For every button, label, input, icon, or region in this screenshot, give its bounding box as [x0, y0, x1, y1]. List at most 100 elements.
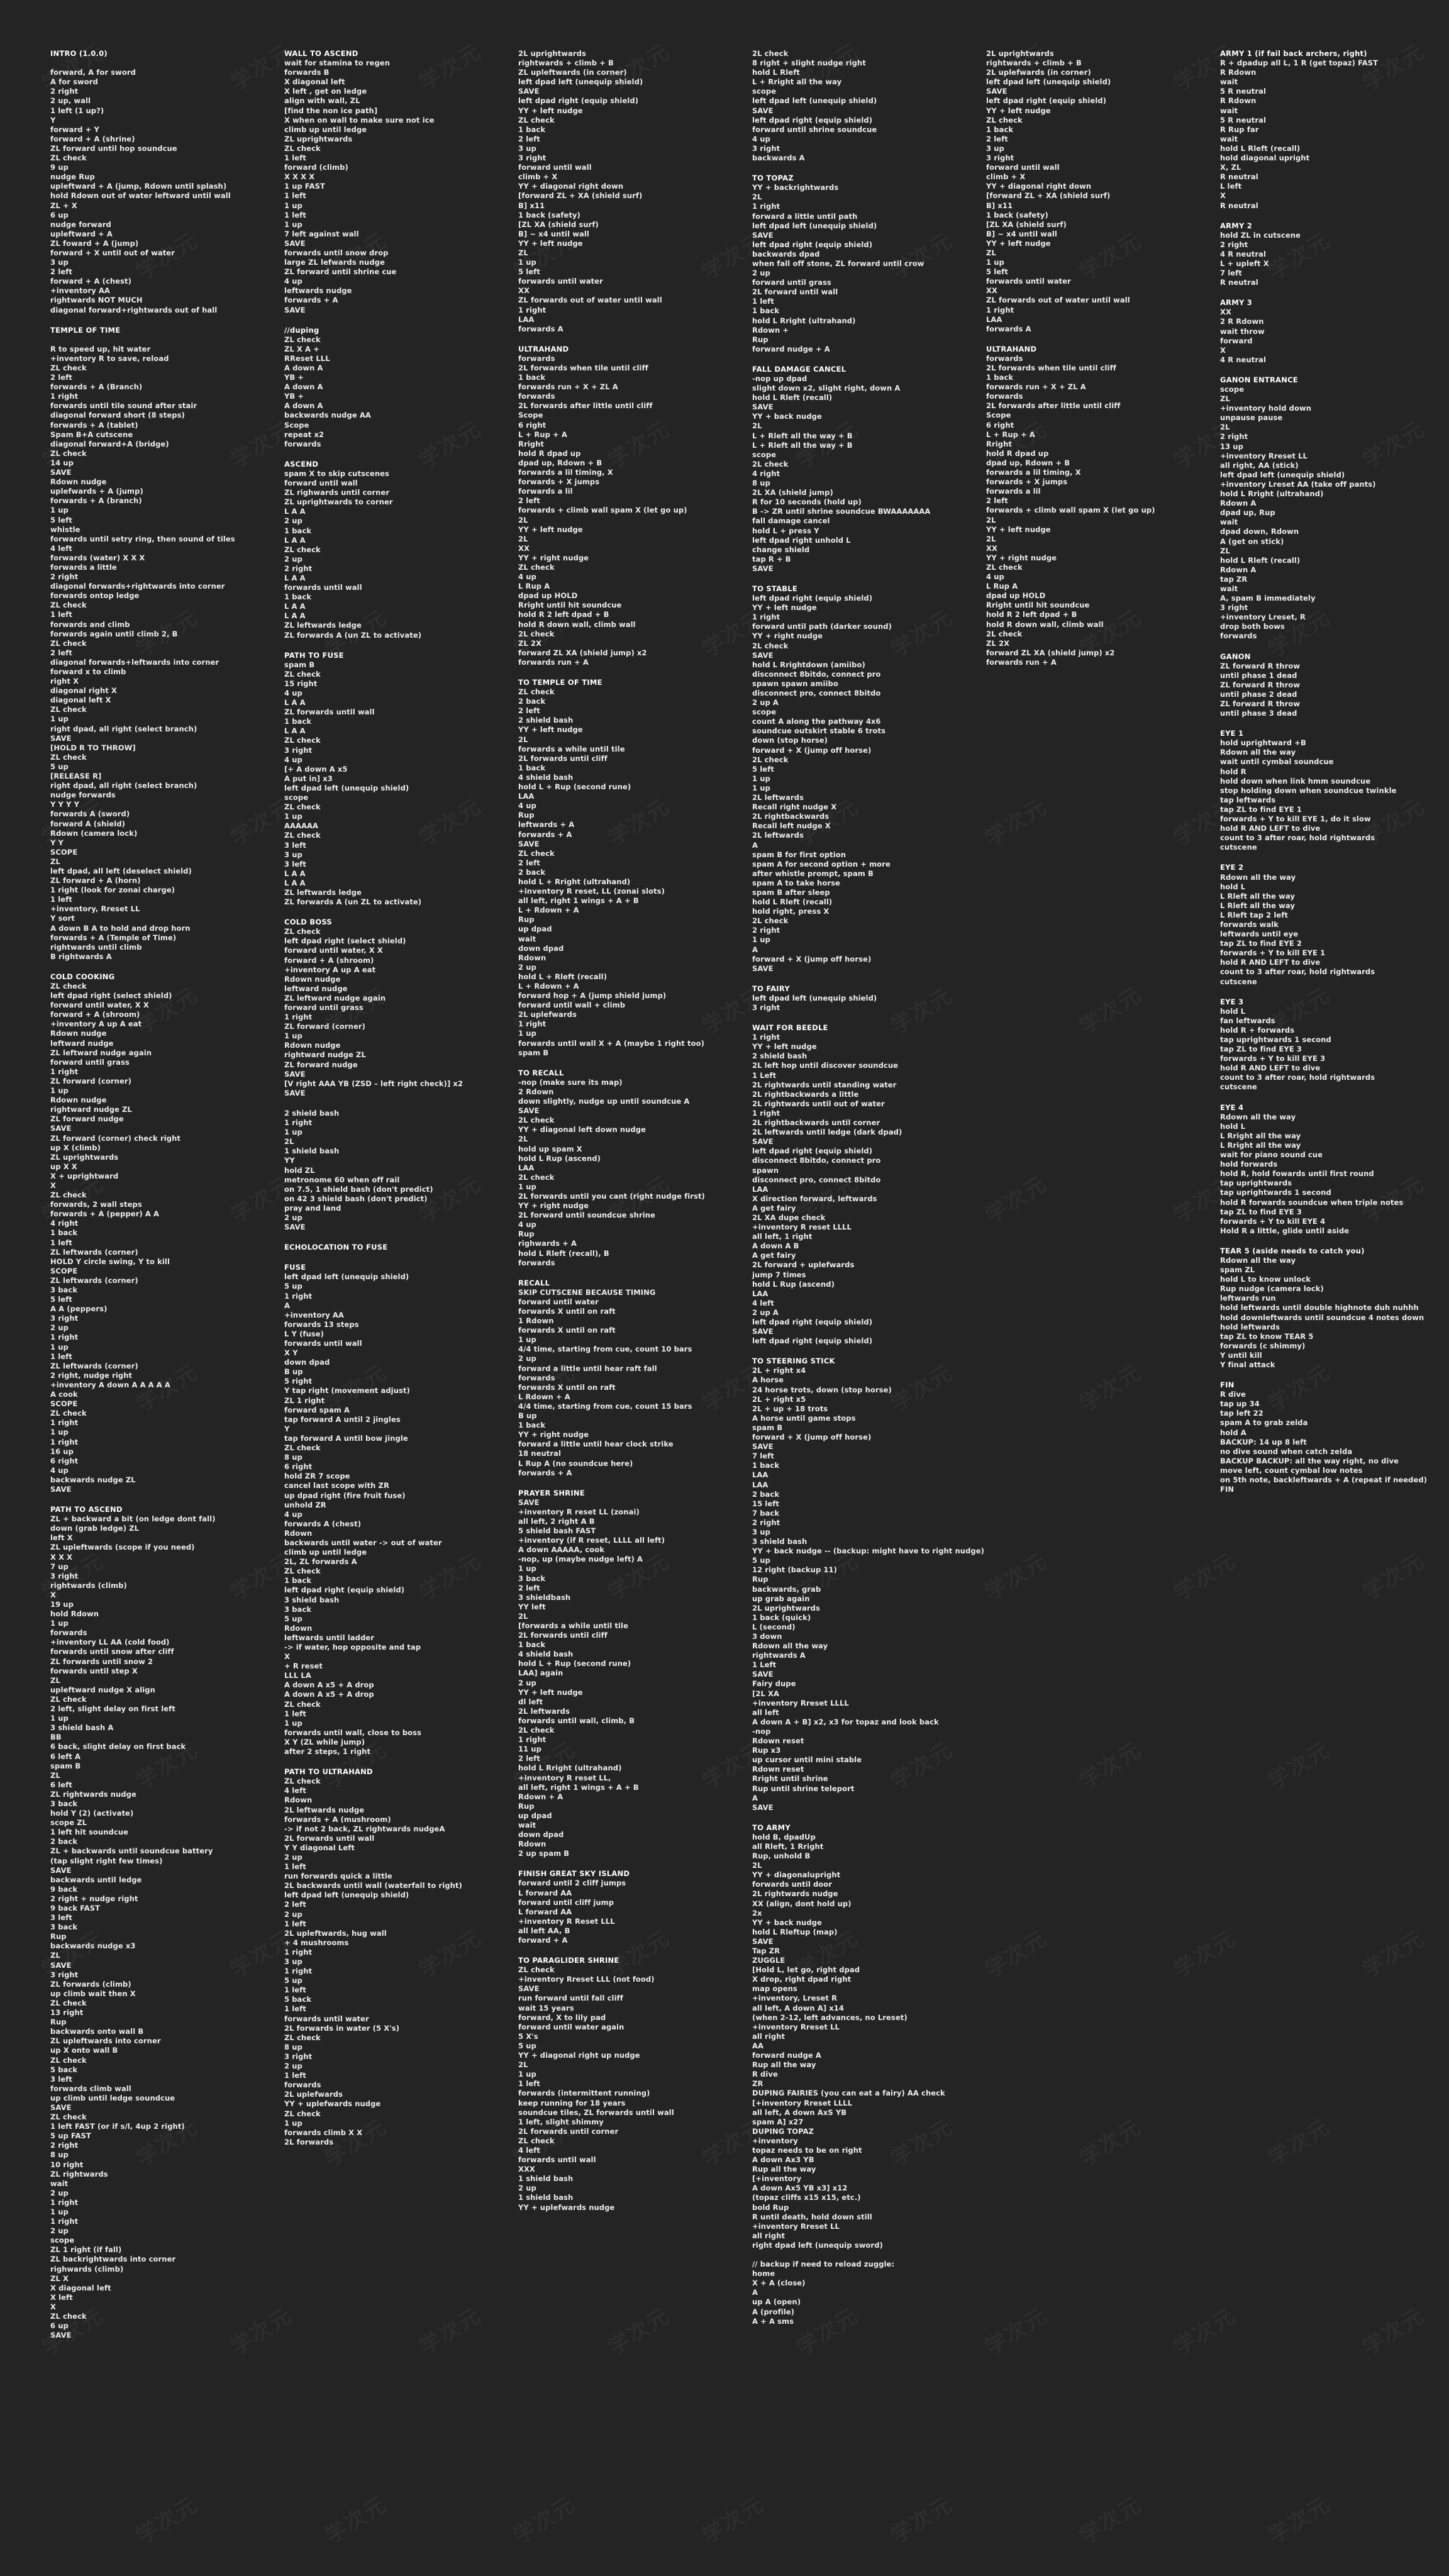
- route-step: 6 up: [50, 210, 69, 219]
- route-step: 3 right: [50, 1314, 79, 1323]
- route-step: 1 right: [50, 2217, 79, 2226]
- route-step: 1 right: [50, 2197, 79, 2207]
- route-step: +inventory R reset LLLL: [752, 1223, 852, 1232]
- route-step: forwards + X jumps: [986, 477, 1068, 487]
- route-step: left dpad left (unequip shield): [752, 993, 877, 1002]
- route-step: YY + left nudge: [752, 603, 817, 613]
- route-step: forward until water, X X: [50, 1001, 149, 1010]
- route-step: 6 back, slight delay on first back: [50, 1742, 186, 1752]
- route-step: hold R AND LEFT to dive: [1220, 958, 1321, 967]
- route-step: align with wall, ZL: [284, 96, 360, 106]
- route-step: ZL uprightwards to corner: [284, 497, 393, 507]
- route-step: Rdown: [284, 1623, 313, 1633]
- route-step: ZL: [50, 1951, 60, 1960]
- route-step: 2L, ZL forwards A: [284, 1557, 357, 1567]
- route-step: 2 back: [518, 867, 546, 877]
- route-step: +inventory Rreset LL: [752, 2221, 840, 2231]
- route-step: until phase 3 dead: [1220, 709, 1297, 718]
- route-step: YY: [284, 1156, 295, 1165]
- route-step: 7 left against wall: [284, 229, 359, 238]
- route-step: ZL check: [50, 982, 87, 991]
- section-heading: WALL TO ASCEND: [284, 49, 358, 58]
- route-step: forwards + Y to kill EYE 3: [1220, 1054, 1326, 1063]
- route-step: 3 up: [986, 143, 1004, 153]
- route-step: 1 up: [518, 1335, 536, 1345]
- route-step: scope: [50, 2236, 75, 2245]
- route-step: A (get on stick): [1220, 536, 1284, 546]
- route-step: diagonal left X: [50, 696, 111, 705]
- route-step: X left , get on ledge: [284, 87, 367, 96]
- route-step: SAVE: [50, 1960, 72, 1970]
- route-step: all left, 1 right: [752, 1232, 813, 1241]
- route-step: [forward ZL + XA (shield surf): [986, 191, 1111, 201]
- route-step: 2 left: [518, 1754, 540, 1763]
- route-section: TO STABLE left dpad right (equip shield) Y…: [752, 584, 977, 974]
- route-step: +inventory R to save, reload: [50, 353, 169, 363]
- route-step: left dpad left (unequip shield): [1220, 470, 1345, 479]
- route-step: left dpad right (equip shield): [752, 1318, 873, 1326]
- route-step: YY + back nudge -- (backup: might have t…: [752, 1546, 985, 1556]
- route-step: tap ZL to find EYE 3: [1220, 1045, 1302, 1054]
- route-step: A get fairy: [752, 1251, 796, 1260]
- route-step: Recall right nudge X: [752, 802, 837, 812]
- route-step: 2L rightbackwards a little: [752, 1089, 859, 1099]
- route-step: hold Y (2) (activate): [50, 1809, 134, 1818]
- route-step: SAVE: [752, 963, 774, 973]
- route-step: X + A (close): [752, 2279, 806, 2288]
- route-step: BACKUP BACKUP: all the way right, no div…: [1220, 1456, 1399, 1465]
- route-step: Rup, unhold B: [752, 1852, 811, 1861]
- route-step: rightward nudge ZL: [50, 1105, 132, 1114]
- route-step: 5 X's: [518, 2031, 538, 2041]
- route-step: count to 3 after roar, hold rightwards: [1220, 833, 1375, 843]
- route-step: left dpad left (unequip shield): [284, 1272, 409, 1282]
- route-step: -nop up dpad: [752, 374, 808, 383]
- route-step: ZL forward (corner): [284, 1022, 365, 1031]
- section-heading: TO PARAGLIDER SHRINE: [518, 1956, 619, 1965]
- route-step: 2L uplefwards (in corner): [986, 68, 1091, 77]
- route-step: 2 up: [284, 1909, 303, 1919]
- route-step: ZL leftwards (corner): [50, 1275, 138, 1285]
- route-step: ZL forward R throw: [1220, 699, 1301, 708]
- route-step: ZL backrightwards into corner: [50, 2255, 176, 2264]
- route-step: A down A: [284, 382, 323, 392]
- route-step: 3 right: [284, 745, 313, 755]
- route-step: rightwards + climb + B: [518, 58, 614, 68]
- route-step: hold L Rleftup (map): [752, 1927, 838, 1936]
- route-step: SAVE: [50, 1865, 72, 1875]
- route-step: 1 right: [986, 305, 1014, 314]
- route-step: -> if not 2 back, ZL rightwards nudgeA: [284, 1824, 445, 1833]
- route-step: forward nudge + A: [752, 344, 830, 353]
- route-step: 1 up: [752, 783, 770, 792]
- route-step: forwards climb wall: [50, 2084, 131, 2093]
- route-step: 3 shield bash: [284, 1595, 340, 1604]
- route-step: all right, AA (stick): [1220, 460, 1299, 470]
- route-step: spam A to take horse: [752, 878, 840, 887]
- route-step: L Rdown + A: [518, 1392, 570, 1401]
- route-step: Rdown all the way: [752, 1641, 828, 1651]
- route-step: hold L: [1220, 1121, 1246, 1131]
- route-step: forwards B: [284, 68, 330, 77]
- route-step: Fairy dupe: [752, 1679, 796, 1689]
- route-step: hold L Rright (ultrahand): [1220, 489, 1324, 499]
- route-step: 5 left: [986, 267, 1008, 277]
- route-section: PRAYER SHRINE SAVE +inventory R reset LL (…: [518, 1489, 743, 1859]
- route-step: ZL: [518, 248, 528, 257]
- route-step: 2L check: [518, 1116, 555, 1125]
- route-step: 2L backwards until wall (waterfall to ri…: [284, 1881, 462, 1890]
- route-step: X: [50, 1590, 56, 1599]
- route-step: 2 R Rdown: [1220, 317, 1264, 326]
- route-step: forward + A (shrine): [50, 134, 135, 143]
- route-step: 2 up: [50, 1323, 69, 1333]
- route-step: tap up 34: [1220, 1399, 1260, 1409]
- route-step: ZL 1 right (if fall): [50, 2245, 122, 2255]
- route-step: ZL check: [284, 1777, 321, 1786]
- route-step: 2 left: [50, 648, 72, 657]
- route-step: forward + X (jump off horse): [752, 1433, 872, 1442]
- route-step: SAVE: [518, 1106, 540, 1116]
- route-step: forward until path (darker sound): [752, 622, 892, 631]
- route-step: 2 right: [1220, 240, 1248, 249]
- section-heading: //duping: [284, 325, 319, 335]
- route-step: 2 up spam B: [518, 1849, 570, 1858]
- route-step: soundcue tiles, ZL forwards until wall: [518, 2107, 674, 2117]
